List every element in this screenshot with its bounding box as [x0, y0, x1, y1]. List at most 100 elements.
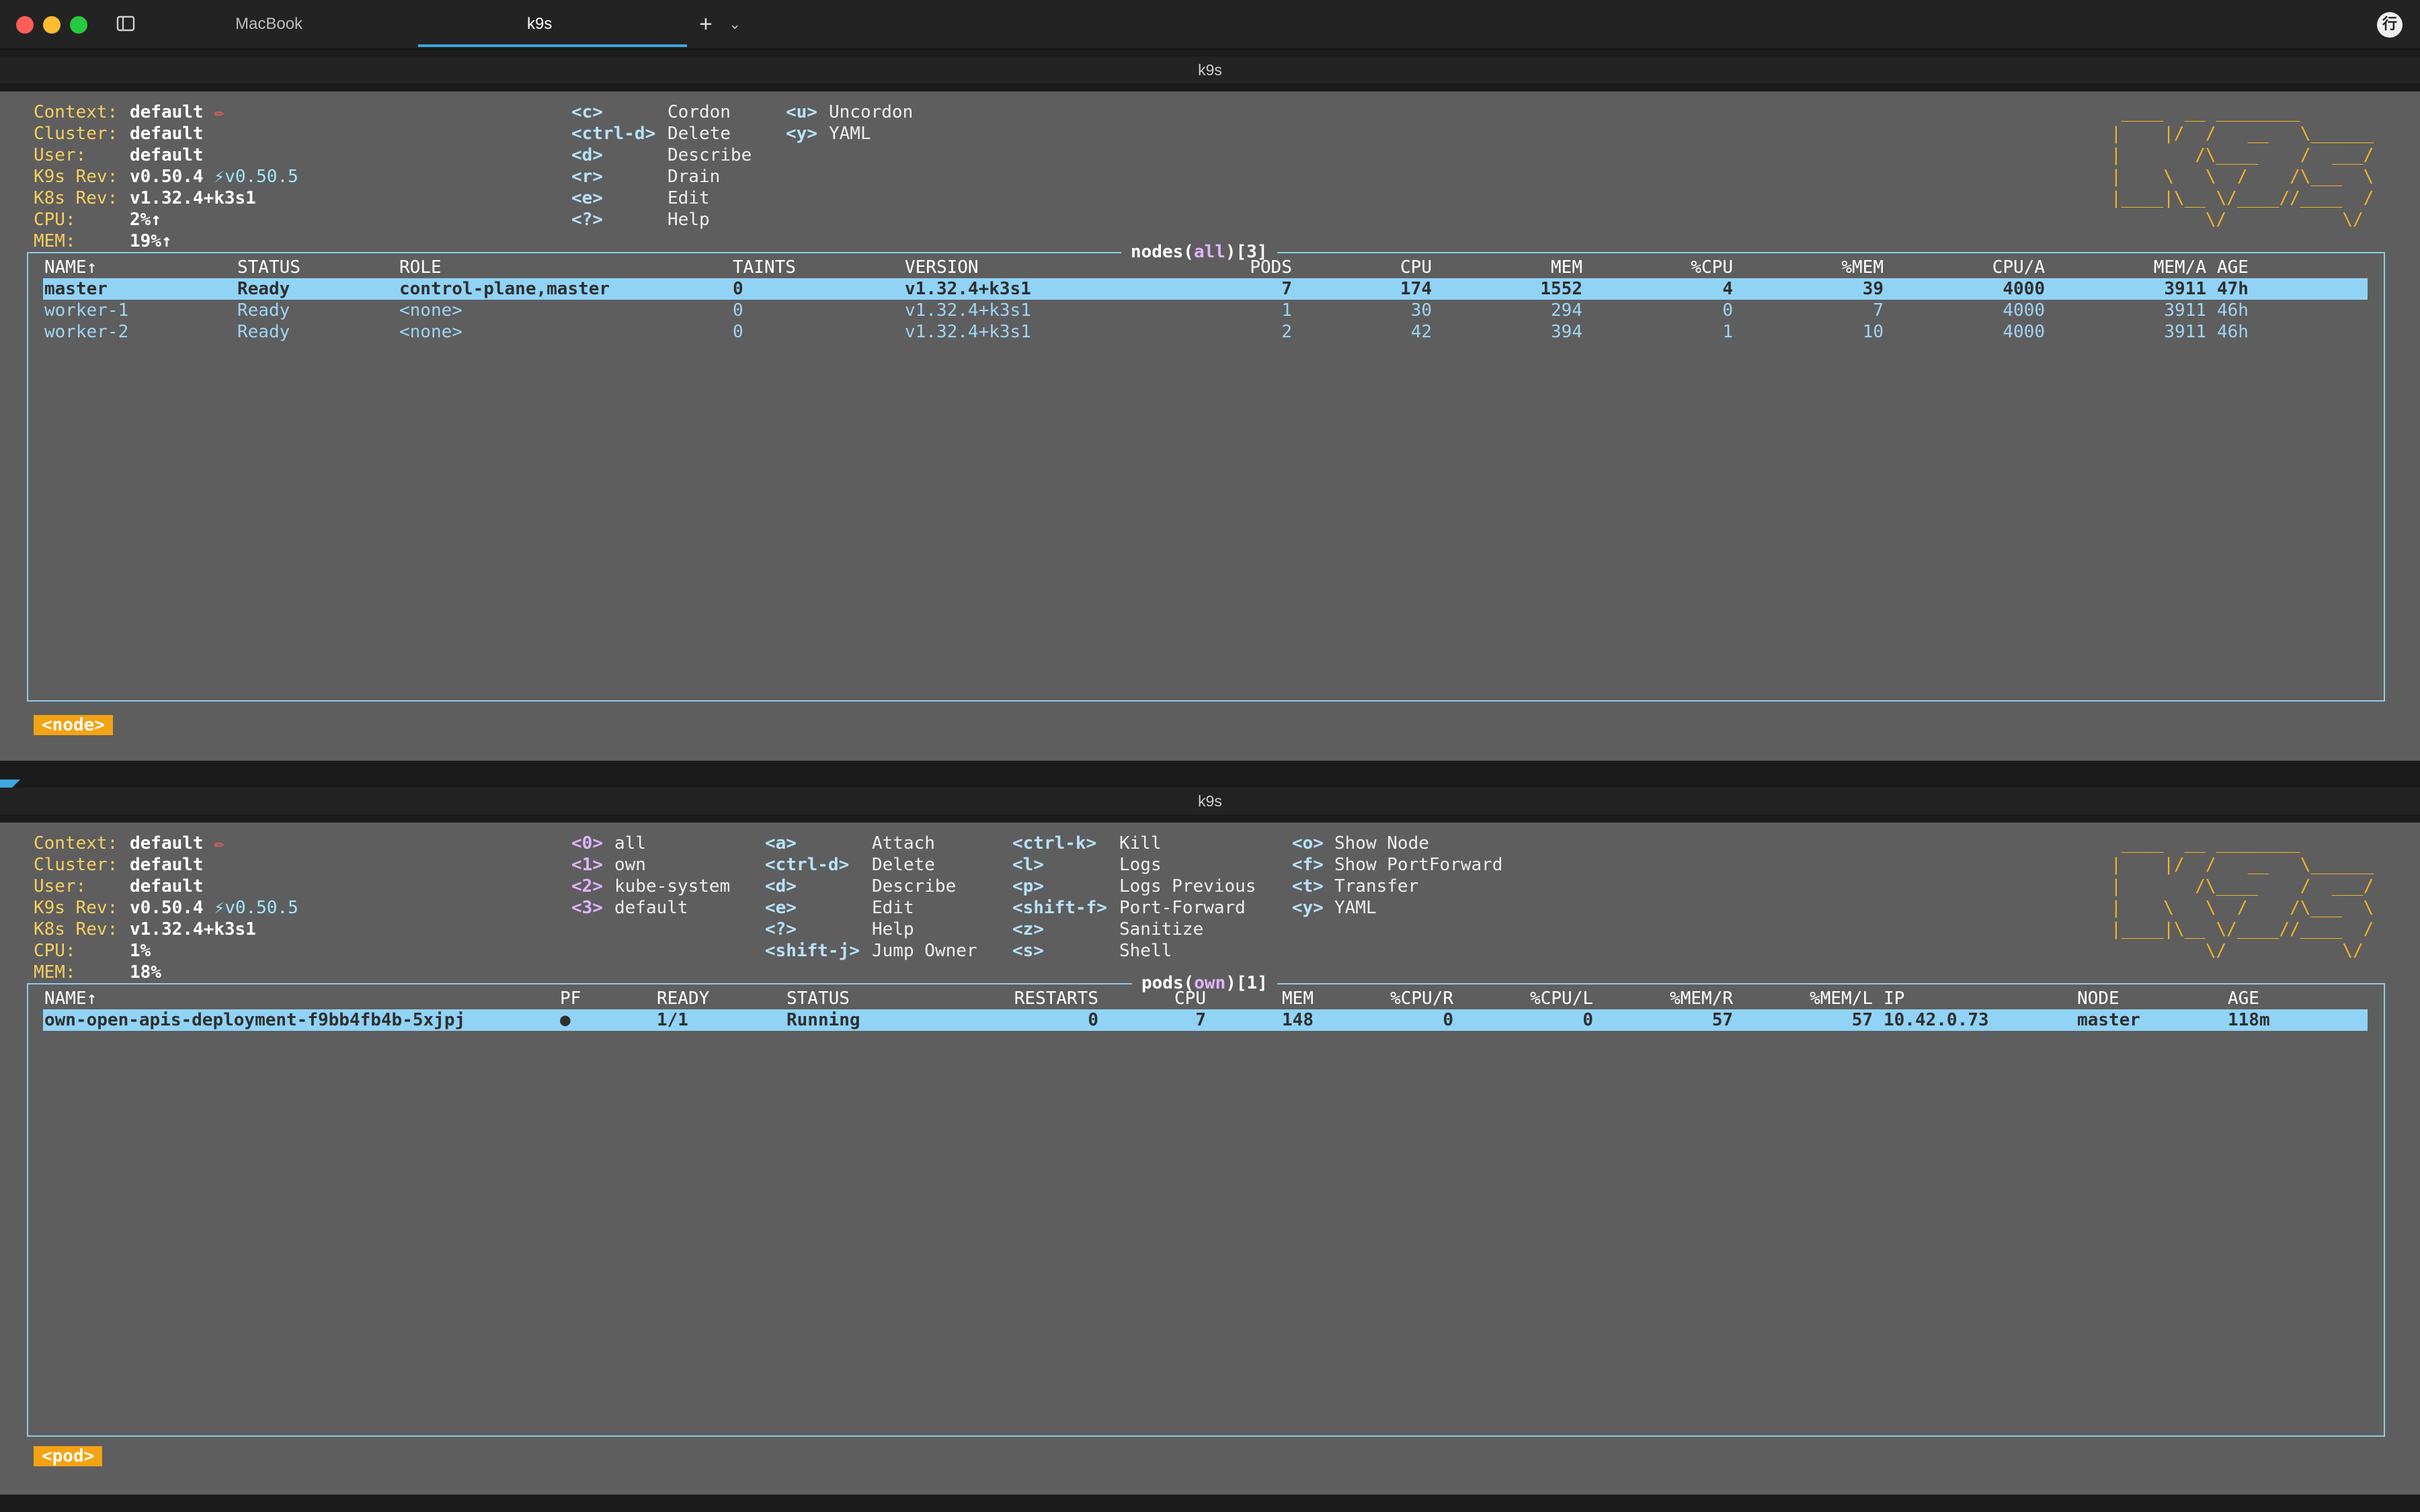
namespace-shortcut-key[interactable]: <2> — [571, 876, 603, 897]
k9s-pane-pods[interactable]: Context: default ✏ Cluster: default User: def… — [0, 823, 2420, 1495]
k9s-pane-nodes[interactable]: Context: default ✏ Cluster: default User: def… — [0, 91, 2420, 761]
namespace-shortcut-name[interactable]: default — [614, 897, 688, 919]
column-header[interactable]: TAINTS — [733, 257, 796, 278]
info-value: v1.32.4+k3s1 — [130, 188, 256, 208]
shortcut-action: Uncordon — [829, 102, 914, 122]
shortcut-key: <e> — [765, 898, 797, 918]
shortcut-action: Kill — [1119, 833, 1162, 853]
update-available-badge: ⚡v0.50.5 — [203, 898, 298, 918]
shortcut-action: Edit — [872, 898, 914, 918]
table-cell: control-plane,master — [399, 279, 610, 299]
namespace-shortcut-name[interactable]: all — [614, 833, 646, 854]
table-cell: v1.32.4+k3s1 — [905, 300, 1031, 321]
namespace-shortcut-name[interactable]: kube-system — [614, 876, 730, 897]
table-row[interactable]: master Ready control-plane,master 0 v1.32.4+… — [43, 278, 2368, 300]
table-cell: Ready — [237, 300, 290, 321]
column-header[interactable]: NAME↑ — [44, 988, 97, 1009]
column-header[interactable]: VERSION — [905, 257, 979, 278]
info-label: K9s Rev: — [34, 167, 118, 187]
info-value: default — [130, 855, 204, 875]
breadcrumb: <pod> — [34, 1446, 103, 1466]
shortcut-key: <r> — [571, 167, 603, 187]
table-row[interactable]: worker-1 Ready <none> 0 v1.32.4+k3s1 1 30 294 0 7… — [43, 300, 2368, 321]
tab-k9s[interactable]: k9s — [527, 0, 552, 48]
column-header[interactable]: AGE — [2228, 988, 2259, 1009]
column-header[interactable]: MEM/A — [2005, 257, 2206, 278]
namespace-shortcut-name[interactable]: own — [614, 854, 646, 876]
tab-menu-chevron-icon[interactable]: ⌄ — [729, 0, 741, 48]
info-label: CPU: — [34, 941, 76, 961]
namespace-shortcut-key[interactable]: <0> — [571, 833, 603, 854]
resource-table[interactable] — [27, 983, 2385, 1437]
sidebar-toggle-icon[interactable] — [116, 13, 136, 34]
info-value: v0.50.4 — [130, 167, 204, 187]
tab-macbook[interactable]: MacBook — [235, 0, 302, 48]
table-cell: v1.32.4+k3s1 — [905, 279, 1031, 299]
profile-avatar[interactable]: 行 — [2377, 12, 2403, 38]
shortcut-key: <y> — [1292, 898, 1324, 918]
info-label: MEM: — [34, 231, 76, 251]
info-value: v0.50.4 — [130, 898, 204, 918]
table-cell: 46h — [2217, 300, 2249, 321]
column-header[interactable]: ROLE — [399, 257, 442, 278]
table-cell: 3911 — [2164, 300, 2206, 321]
k9s-logo-line: | /\____ / ___/ — [2111, 876, 2374, 896]
shortcut-action: Drain — [668, 167, 721, 187]
shortcut-key: <shift-j> — [765, 941, 860, 961]
shortcut-action: Logs Previous — [1119, 876, 1256, 896]
column-header[interactable]: IP — [1884, 988, 1904, 1009]
window-titlebar: MacBook k9s + ⌄ 行 — [0, 0, 2420, 50]
info-value: v1.32.4+k3s1 — [130, 919, 256, 939]
info-label: K8s Rev: — [34, 188, 118, 208]
new-tab-button[interactable]: + — [699, 0, 713, 48]
shortcut-action: Sanitize — [1119, 919, 1204, 939]
minimize-window-button[interactable] — [43, 16, 61, 34]
shortcut-action: Shell — [1119, 941, 1172, 961]
table-row[interactable]: own-open-apis-deployment-f9bb4fb4b-5xjpj… — [43, 1009, 2368, 1031]
info-value: default — [130, 145, 204, 165]
shortcut-action: Help — [668, 210, 710, 230]
table-cell: 57 — [1851, 1010, 1873, 1030]
info-value: default — [130, 124, 204, 144]
shortcut-action: Show Node — [1334, 833, 1429, 853]
table-cell: Running — [787, 1010, 860, 1030]
info-label: MEM: — [34, 962, 76, 982]
namespace-shortcut-key[interactable]: <1> — [571, 854, 603, 876]
column-header[interactable]: PF — [560, 988, 581, 1009]
shortcut-key: <d> — [765, 876, 797, 896]
table-cell: v1.32.4+k3s1 — [905, 322, 1031, 342]
table-cell: 3911 — [2164, 279, 2206, 299]
column-header[interactable]: %MEM/L — [1671, 988, 1873, 1009]
column-header[interactable]: NODE — [2077, 988, 2120, 1009]
shortcut-action: Port-Forward — [1119, 898, 1246, 918]
column-header[interactable]: READY — [657, 988, 709, 1009]
k9s-logo-line: | |/ / __ \______ — [2111, 124, 2374, 144]
shortcut-action: Cordon — [668, 102, 731, 122]
table-row[interactable]: worker-2 Ready <none> 0 v1.32.4+k3s1 2 42 394 1 1… — [43, 321, 2368, 343]
shortcut-action: Describe — [668, 145, 752, 165]
k9s-logo-line: \/ \/ — [2111, 210, 2374, 230]
k9s-logo-line: | |/ / __ \______ — [2111, 855, 2374, 875]
column-header[interactable]: STATUS — [787, 988, 850, 1009]
column-header[interactable]: STATUS — [237, 257, 300, 278]
table-cell: 47h — [2217, 279, 2249, 299]
namespace-shortcut-key[interactable]: <3> — [571, 897, 603, 919]
column-header[interactable]: AGE — [2217, 257, 2249, 278]
shortcut-action: Delete — [668, 124, 731, 144]
pane-title: k9s — [0, 788, 2420, 814]
shortcut-key: <?> — [765, 919, 797, 939]
k9s-logo-line: | /\____ / ___/ — [2111, 145, 2374, 165]
column-header[interactable]: NAME↑ — [44, 257, 97, 278]
info-label: User: — [34, 876, 87, 896]
edit-pencil-icon: ✏ — [203, 102, 225, 122]
k9s-logo-line: |____|\__ \/____//____ / — [2111, 919, 2374, 939]
table-cell: <none> — [399, 300, 462, 321]
zoom-window-button[interactable] — [70, 16, 87, 34]
shortcut-key: <ctrl-d> — [765, 855, 850, 875]
shortcut-action: Show PortForward — [1334, 855, 1503, 875]
info-label: Cluster: — [34, 124, 118, 144]
table-cell: worker-1 — [44, 300, 129, 321]
close-window-button[interactable] — [16, 16, 34, 34]
shortcut-key: <t> — [1292, 876, 1324, 896]
shortcut-action: YAML — [1334, 898, 1377, 918]
